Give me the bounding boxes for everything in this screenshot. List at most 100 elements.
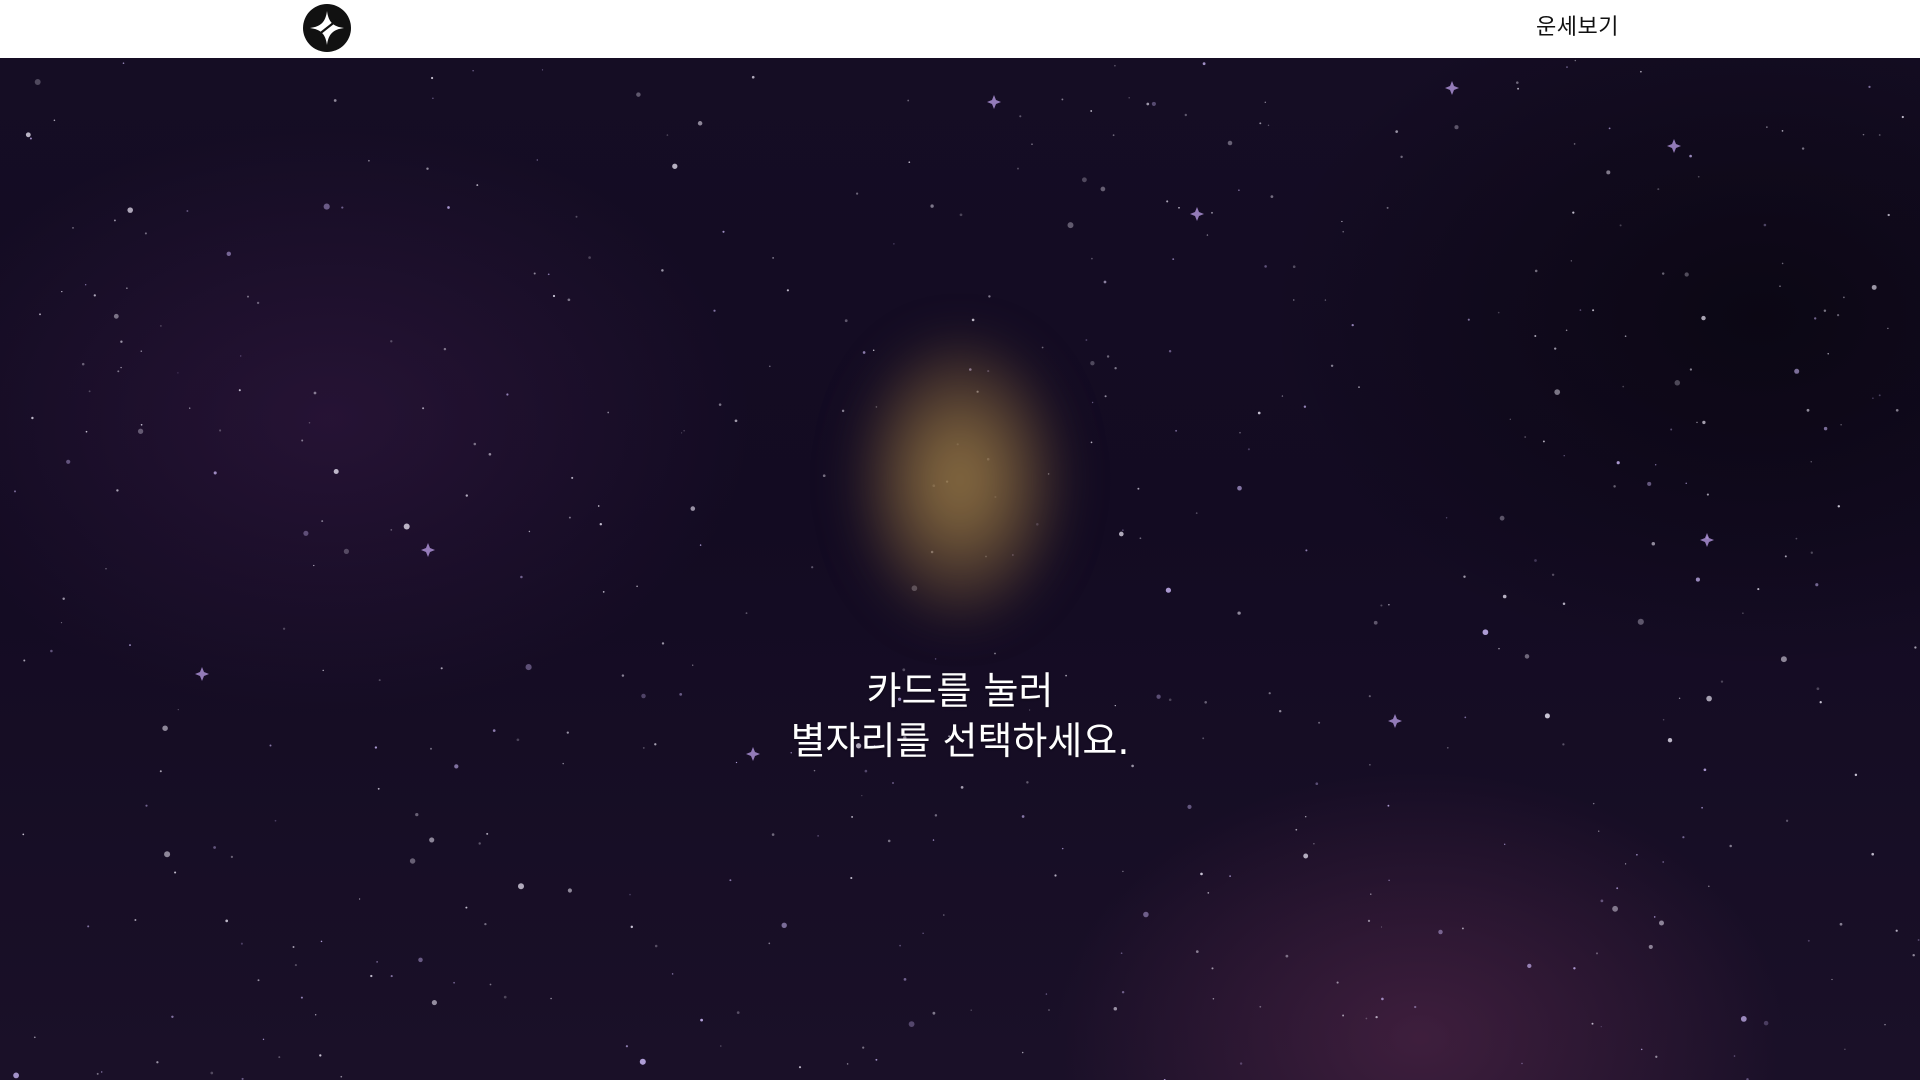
star bbox=[1823, 426, 1828, 431]
star bbox=[1810, 461, 1812, 463]
star bbox=[699, 544, 702, 546]
star bbox=[602, 591, 605, 593]
star bbox=[1779, 285, 1781, 287]
star bbox=[552, 294, 556, 298]
star bbox=[1784, 555, 1787, 558]
star bbox=[875, 1058, 878, 1061]
star bbox=[575, 215, 578, 218]
star bbox=[1624, 863, 1627, 865]
star bbox=[697, 121, 703, 126]
star bbox=[50, 649, 53, 653]
star bbox=[340, 1075, 343, 1078]
star bbox=[934, 814, 938, 817]
star bbox=[817, 835, 819, 837]
star bbox=[210, 1071, 214, 1075]
star bbox=[1054, 874, 1057, 877]
star bbox=[1657, 188, 1660, 191]
star bbox=[1840, 424, 1842, 426]
star bbox=[1844, 1048, 1846, 1051]
star bbox=[528, 530, 531, 533]
sparkle-star bbox=[1190, 207, 1204, 221]
star bbox=[1386, 206, 1389, 209]
star bbox=[781, 922, 787, 928]
star bbox=[126, 287, 128, 289]
star bbox=[308, 421, 311, 424]
star bbox=[520, 575, 523, 579]
star bbox=[403, 523, 410, 530]
star bbox=[390, 529, 393, 531]
star bbox=[988, 295, 991, 298]
star bbox=[1342, 230, 1344, 233]
star bbox=[1613, 485, 1616, 488]
star bbox=[729, 879, 732, 882]
star bbox=[768, 942, 771, 945]
star bbox=[629, 893, 631, 896]
star bbox=[930, 204, 934, 208]
star bbox=[61, 290, 63, 293]
star bbox=[822, 474, 826, 478]
star bbox=[1381, 997, 1384, 1001]
star bbox=[1195, 512, 1198, 514]
star bbox=[1517, 87, 1520, 90]
star bbox=[1814, 317, 1817, 320]
star bbox=[841, 409, 845, 413]
star bbox=[1740, 1016, 1747, 1022]
star bbox=[922, 932, 924, 934]
star bbox=[1137, 487, 1140, 490]
star bbox=[1237, 611, 1241, 615]
star bbox=[164, 851, 171, 858]
star bbox=[1837, 505, 1841, 508]
star bbox=[1438, 929, 1443, 935]
star bbox=[1091, 401, 1094, 404]
star bbox=[1554, 347, 1557, 350]
star bbox=[1534, 269, 1538, 273]
star bbox=[1901, 115, 1904, 119]
star bbox=[1146, 102, 1150, 106]
star bbox=[213, 471, 217, 475]
star-logo-icon[interactable] bbox=[303, 4, 351, 52]
sparkle-star bbox=[987, 95, 1001, 109]
glowing-card[interactable] bbox=[858, 340, 1062, 620]
star bbox=[1175, 429, 1178, 432]
star bbox=[100, 1071, 103, 1073]
star bbox=[1497, 311, 1500, 314]
star bbox=[319, 1054, 322, 1057]
star bbox=[1785, 819, 1789, 822]
star bbox=[1207, 892, 1210, 894]
star bbox=[1616, 461, 1620, 465]
star bbox=[1454, 125, 1459, 130]
star bbox=[1524, 436, 1527, 438]
star bbox=[25, 132, 31, 138]
star bbox=[1090, 361, 1095, 366]
star bbox=[934, 658, 937, 660]
star bbox=[1121, 990, 1125, 994]
star bbox=[1763, 1020, 1769, 1026]
star bbox=[256, 301, 260, 305]
star bbox=[1184, 113, 1188, 117]
star bbox=[1831, 978, 1833, 981]
star bbox=[768, 365, 771, 368]
star bbox=[1837, 314, 1840, 317]
star bbox=[1373, 620, 1378, 625]
star bbox=[1619, 224, 1622, 227]
star bbox=[503, 995, 507, 999]
sparkle-star bbox=[421, 543, 435, 557]
star bbox=[140, 350, 143, 352]
star bbox=[93, 294, 96, 297]
star bbox=[722, 230, 725, 233]
star bbox=[1592, 802, 1595, 805]
star bbox=[1212, 998, 1215, 1000]
star bbox=[443, 347, 447, 351]
star bbox=[1375, 1015, 1378, 1019]
star bbox=[390, 975, 393, 978]
star bbox=[1781, 262, 1784, 265]
fortune-nav-link[interactable]: 운세보기 bbox=[1536, 14, 1619, 42]
star bbox=[422, 407, 425, 410]
star bbox=[1806, 408, 1810, 412]
star bbox=[907, 99, 910, 102]
star bbox=[1592, 309, 1595, 312]
star bbox=[390, 340, 393, 343]
star bbox=[1823, 309, 1827, 313]
star bbox=[159, 770, 162, 773]
star bbox=[1579, 309, 1582, 311]
